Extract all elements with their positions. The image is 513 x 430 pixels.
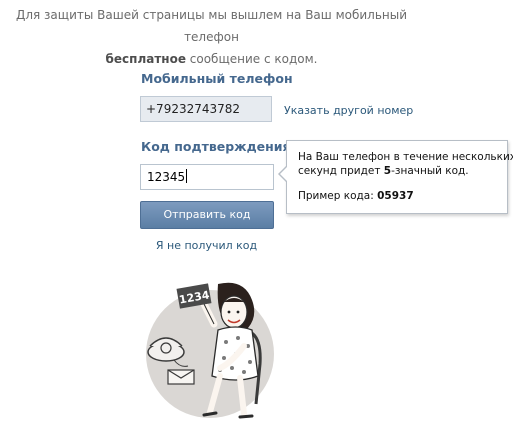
tooltip-arrow (280, 167, 287, 181)
code-input-value: 12345 (147, 170, 186, 184)
phone-number-field: +79232743782 (140, 96, 272, 122)
tooltip-example-code: 05937 (377, 190, 414, 202)
instruction-line-2-rest: сообщение с кодом. (185, 52, 318, 66)
tooltip-example: Пример кода: 05937 (298, 190, 414, 202)
tooltip-example-label: Пример кода: (298, 190, 378, 202)
instruction-line-1: Для защиты Вашей страницы мы вышлем на В… (15, 8, 408, 44)
envelope-icon (167, 369, 195, 385)
change-number-link[interactable]: Указать другой номер (284, 104, 413, 117)
tooltip-line-1: На Ваш телефон в течение нескольких (298, 151, 513, 163)
tooltip-digit-count: 5 (383, 165, 392, 177)
tooltip-line-2-end: -значный код. (391, 165, 469, 177)
phone-label: Мобильный телефон (141, 71, 293, 86)
instruction-free-word: бесплатное (105, 52, 186, 66)
instruction-text: Для защиты Вашей страницы мы вышлем на В… (0, 4, 423, 70)
code-label: Код подтверждения (141, 139, 291, 154)
send-code-button[interactable]: Отправить код (140, 201, 274, 229)
tooltip-line-2: секунд придет 5-значный код. (298, 165, 469, 177)
code-not-received-link[interactable]: Я не получил код (0, 239, 413, 252)
instruction-line-2: бесплатное сообщение с кодом. (0, 48, 423, 70)
woman-with-phone-illustration: 1234 (146, 282, 274, 419)
text-caret (186, 169, 188, 183)
code-hint-tooltip: На Ваш телефон в течение нескольких секу… (278, 140, 513, 214)
confirmation-code-input[interactable]: 12345 (140, 164, 274, 190)
tooltip-line-2-start: секунд придет (298, 165, 384, 177)
